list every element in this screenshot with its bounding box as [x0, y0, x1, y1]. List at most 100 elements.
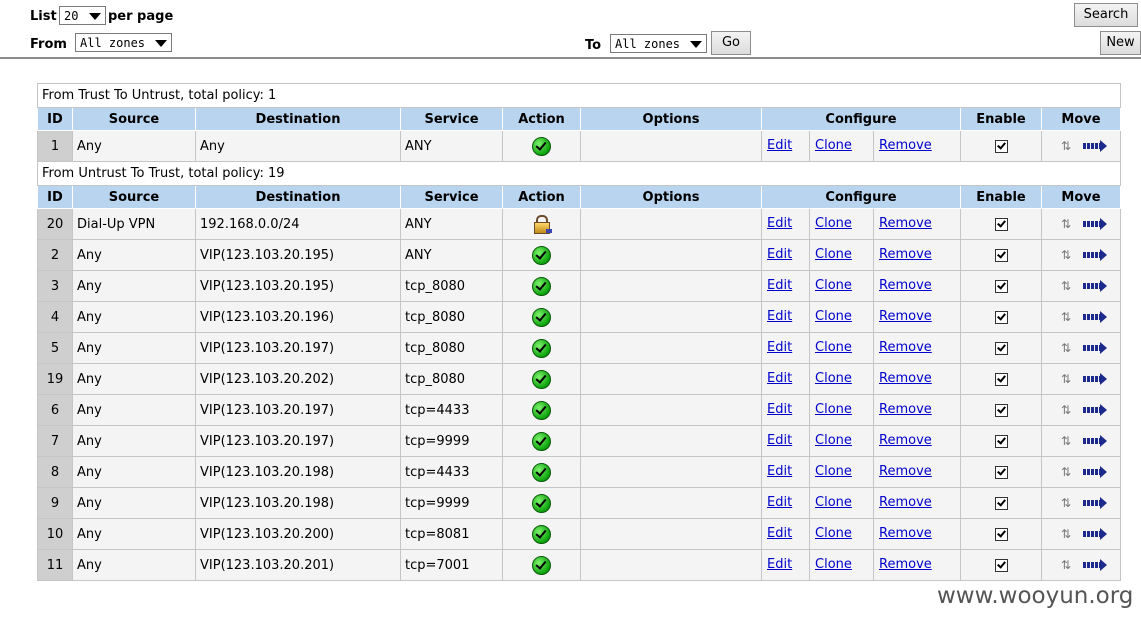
- enable-checkbox[interactable]: [994, 403, 1008, 417]
- edit-link[interactable]: Edit: [767, 138, 792, 153]
- clone-link[interactable]: Clone: [815, 557, 852, 572]
- move-controls: ⇅: [1046, 527, 1116, 541]
- refresh-icon[interactable]: ⇅: [1061, 139, 1071, 153]
- move-arrow-icon[interactable]: [1083, 373, 1108, 385]
- remove-link[interactable]: Remove: [879, 371, 932, 386]
- remove-link[interactable]: Remove: [879, 557, 932, 572]
- enable-checkbox[interactable]: [994, 248, 1008, 262]
- refresh-icon[interactable]: ⇅: [1061, 372, 1071, 386]
- enable-checkbox[interactable]: [994, 341, 1008, 355]
- from-zone-select[interactable]: All zones: [75, 33, 172, 52]
- enable-checkbox[interactable]: [994, 496, 1008, 510]
- clone-cell: Clone: [810, 209, 874, 239]
- table-header-row: ID Source Destination Service Action Options C…: [37, 185, 1122, 209]
- policy-options: [580, 425, 762, 457]
- enable-checkbox[interactable]: [994, 465, 1008, 479]
- clone-link[interactable]: Clone: [815, 216, 852, 231]
- clone-link[interactable]: Clone: [815, 526, 852, 541]
- enable-checkbox[interactable]: [994, 558, 1008, 572]
- remove-link[interactable]: Remove: [879, 495, 932, 510]
- edit-link[interactable]: Edit: [767, 557, 792, 572]
- edit-link[interactable]: Edit: [767, 278, 792, 293]
- edit-link[interactable]: Edit: [767, 309, 792, 324]
- refresh-icon[interactable]: ⇅: [1061, 434, 1071, 448]
- refresh-icon[interactable]: ⇅: [1061, 217, 1071, 231]
- move-arrow-icon[interactable]: [1083, 559, 1108, 571]
- edit-link[interactable]: Edit: [767, 526, 792, 541]
- policy-id: 11: [37, 549, 73, 581]
- refresh-icon[interactable]: ⇅: [1061, 527, 1071, 541]
- edit-link[interactable]: Edit: [767, 464, 792, 479]
- move-arrow-icon[interactable]: [1083, 528, 1108, 540]
- remove-link[interactable]: Remove: [879, 433, 932, 448]
- move-arrow-icon[interactable]: [1083, 280, 1108, 292]
- enable-checkbox[interactable]: [994, 372, 1008, 386]
- remove-link[interactable]: Remove: [879, 340, 932, 355]
- enable-checkbox[interactable]: [994, 527, 1008, 541]
- move-arrow-icon[interactable]: [1083, 342, 1108, 354]
- go-button[interactable]: Go: [711, 31, 751, 55]
- remove-link[interactable]: Remove: [879, 526, 932, 541]
- edit-link[interactable]: Edit: [767, 402, 792, 417]
- per-page-select[interactable]: 20: [59, 6, 106, 25]
- enable-checkbox[interactable]: [994, 279, 1008, 293]
- refresh-icon[interactable]: ⇅: [1061, 310, 1071, 324]
- enable-checkbox[interactable]: [994, 139, 1008, 153]
- enable-checkbox[interactable]: [994, 310, 1008, 324]
- refresh-icon[interactable]: ⇅: [1061, 496, 1071, 510]
- move-arrow-icon[interactable]: [1083, 218, 1108, 230]
- column-header-id: ID: [37, 107, 73, 131]
- policy-service: ANY: [400, 130, 503, 162]
- clone-link[interactable]: Clone: [815, 371, 852, 386]
- policy-row: 2 Any VIP(123.103.20.195) ANY Edit Clone Remov…: [37, 239, 1122, 271]
- policy-enable: [960, 425, 1042, 457]
- refresh-icon[interactable]: ⇅: [1061, 403, 1071, 417]
- search-button[interactable]: Search: [1074, 3, 1138, 27]
- clone-link[interactable]: Clone: [815, 495, 852, 510]
- clone-link[interactable]: Clone: [815, 433, 852, 448]
- remove-link[interactable]: Remove: [879, 402, 932, 417]
- clone-link[interactable]: Clone: [815, 464, 852, 479]
- move-controls: ⇅: [1046, 496, 1116, 510]
- move-arrow-icon[interactable]: [1083, 466, 1108, 478]
- move-arrow-icon[interactable]: [1083, 435, 1108, 447]
- configure-links: Edit Clone Remove: [763, 333, 960, 363]
- remove-link[interactable]: Remove: [879, 278, 932, 293]
- edit-link[interactable]: Edit: [767, 216, 792, 231]
- move-arrow-icon[interactable]: [1083, 404, 1108, 416]
- clone-link[interactable]: Clone: [815, 402, 852, 417]
- clone-link[interactable]: Clone: [815, 278, 852, 293]
- move-arrow-icon[interactable]: [1083, 249, 1108, 261]
- policy-enable: [960, 270, 1042, 302]
- refresh-icon[interactable]: ⇅: [1061, 558, 1071, 572]
- remove-link[interactable]: Remove: [879, 309, 932, 324]
- clone-link[interactable]: Clone: [815, 247, 852, 262]
- move-arrow-icon[interactable]: [1083, 497, 1108, 509]
- to-zone-select[interactable]: All zones: [610, 34, 707, 53]
- edit-link[interactable]: Edit: [767, 371, 792, 386]
- edit-link[interactable]: Edit: [767, 495, 792, 510]
- remove-link[interactable]: Remove: [879, 216, 932, 231]
- policy-move: ⇅: [1040, 130, 1122, 162]
- refresh-icon[interactable]: ⇅: [1061, 341, 1071, 355]
- policy-destination: VIP(123.103.20.195): [195, 270, 401, 302]
- edit-link[interactable]: Edit: [767, 433, 792, 448]
- refresh-icon[interactable]: ⇅: [1061, 465, 1071, 479]
- remove-link[interactable]: Remove: [879, 247, 932, 262]
- clone-link[interactable]: Clone: [815, 340, 852, 355]
- remove-link[interactable]: Remove: [879, 138, 932, 153]
- column-header-service: Service: [400, 185, 503, 209]
- enable-checkbox[interactable]: [994, 434, 1008, 448]
- new-policy-button[interactable]: New: [1100, 31, 1141, 55]
- remove-link[interactable]: Remove: [879, 464, 932, 479]
- clone-link[interactable]: Clone: [815, 309, 852, 324]
- refresh-icon[interactable]: ⇅: [1061, 248, 1071, 262]
- edit-link[interactable]: Edit: [767, 340, 792, 355]
- clone-link[interactable]: Clone: [815, 138, 852, 153]
- enable-checkbox[interactable]: [994, 217, 1008, 231]
- refresh-icon[interactable]: ⇅: [1061, 279, 1071, 293]
- policy-action: [502, 130, 581, 162]
- move-arrow-icon[interactable]: [1083, 311, 1108, 323]
- edit-link[interactable]: Edit: [767, 247, 792, 262]
- move-arrow-icon[interactable]: [1083, 140, 1108, 152]
